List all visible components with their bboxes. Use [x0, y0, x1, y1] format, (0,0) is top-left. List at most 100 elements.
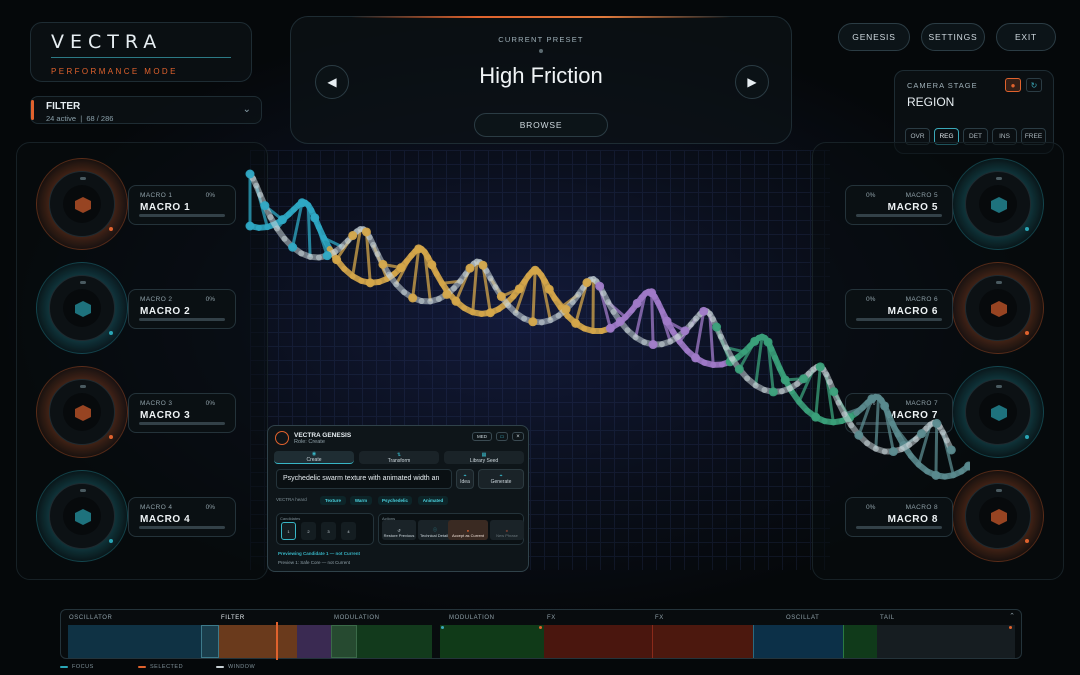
segment-mod-a[interactable] — [331, 625, 357, 658]
playhead[interactable] — [276, 622, 278, 660]
preset-name: High Friction — [479, 63, 603, 88]
segment-modulation-2[interactable] — [440, 625, 544, 658]
macro-knob[interactable] — [36, 158, 128, 250]
prompt-input[interactable]: Psychedelic swarm texture with animated … — [276, 469, 452, 489]
preset-dot — [539, 49, 543, 53]
filter-title: FILTER — [46, 101, 81, 112]
segment-tail[interactable] — [877, 625, 1015, 658]
genesis-tab-library-seed[interactable]: ▦ Library Seed — [444, 451, 524, 464]
macro-card-2[interactable]: MACRO 2 0% MACRO 2 — [128, 289, 236, 329]
helix-base-pair — [531, 270, 537, 322]
candidate-4[interactable]: 4 — [341, 522, 356, 540]
accept-current-button[interactable]: ● Accept as Current — [448, 520, 488, 540]
macro-track[interactable] — [139, 214, 225, 217]
helix-node — [734, 364, 744, 374]
chip-psychedelic[interactable]: Psychedelic — [378, 496, 412, 505]
segment-mod-b[interactable] — [357, 625, 432, 658]
preset-panel: CURRENT PRESET High Friction ◀ ▶ BROWSE — [290, 16, 792, 144]
knob-tick — [996, 385, 1002, 388]
timeline-label-filter: FILTER — [221, 615, 245, 621]
segment-fx-1[interactable] — [544, 625, 652, 658]
idea-button[interactable]: ⌖ Idea — [456, 469, 474, 489]
knob-indicator — [109, 331, 113, 335]
helix-node — [615, 316, 625, 326]
segment-oscillat[interactable] — [753, 625, 843, 658]
candidate-2[interactable]: 2 — [301, 522, 316, 540]
helix-node — [451, 296, 461, 306]
macro-knob[interactable] — [36, 366, 128, 458]
chip-texture[interactable]: Texture — [320, 496, 346, 505]
knob-indicator — [1025, 227, 1029, 231]
timeline-label-modulation-2: MODULATION — [449, 615, 495, 621]
genesis-tab-transform[interactable]: ⇅ Transform — [359, 451, 439, 464]
segment-oscillator[interactable] — [68, 625, 201, 658]
helix-node — [931, 470, 941, 480]
macro-track[interactable] — [139, 422, 225, 425]
legend-selected: SELECTED — [138, 664, 183, 670]
next-preset-button[interactable]: ▶ — [735, 65, 769, 99]
genesis-logo-icon — [275, 431, 289, 445]
segment-filter-focus[interactable] — [201, 625, 219, 658]
timeline-label-modulation-1: MODULATION — [334, 615, 380, 621]
helix-node — [348, 231, 358, 241]
browse-button[interactable]: BROWSE — [474, 113, 608, 137]
macro-track[interactable] — [139, 318, 225, 321]
reset-icon[interactable]: ↻ — [1026, 78, 1042, 92]
macro-card-3[interactable]: MACRO 3 0% MACRO 3 — [128, 393, 236, 433]
app-logo: VECTRA — [51, 31, 163, 53]
helix-base-pair — [874, 397, 880, 449]
marker-dot — [1009, 626, 1012, 629]
helix-node — [496, 291, 506, 301]
helix-node — [595, 281, 605, 291]
helix-node — [763, 337, 773, 347]
chevron-up-icon[interactable]: ⌃ — [1009, 612, 1015, 620]
segment-osc-green[interactable] — [843, 625, 877, 658]
arrow-right-icon: ▶ — [747, 75, 757, 89]
macro-track[interactable] — [856, 526, 942, 529]
genesis-button[interactable]: GENESIS — [838, 23, 910, 51]
prev-preset-button[interactable]: ◀ — [315, 65, 349, 99]
helix-node — [332, 255, 342, 265]
logo-divider — [51, 57, 231, 58]
new-phrase-button[interactable]: ■ New Phrase — [490, 520, 524, 540]
macro-name: MACRO 8 — [887, 514, 938, 525]
marker-dot — [539, 626, 542, 629]
collapse-icon[interactable]: × — [512, 432, 524, 441]
candidate-3[interactable]: 3 — [321, 522, 336, 540]
macro-card-4[interactable]: MACRO 4 0% MACRO 4 — [128, 497, 236, 537]
filter-dropdown[interactable]: FILTER 24 active | 68 / 286 ⌄ — [30, 96, 262, 124]
helix-base-pair — [934, 423, 939, 476]
helix-base-pair — [650, 292, 655, 345]
macro-card-8[interactable]: MACRO 8 0% MACRO 8 — [845, 497, 953, 537]
record-icon[interactable]: ● — [1005, 78, 1021, 92]
chip-animated[interactable]: Animated — [418, 496, 448, 505]
generate-button[interactable]: ⌖ Generate — [478, 469, 524, 489]
macro-track[interactable] — [139, 526, 225, 529]
settings-button[interactable]: SETTINGS — [921, 23, 985, 51]
filter-stats: 24 active | 68 / 286 — [46, 114, 114, 123]
preview-status: Previewing Candidate 1 — not Current — [278, 551, 361, 556]
med-badge[interactable]: MED — [472, 432, 492, 441]
helix-node — [561, 304, 571, 314]
helix-node — [442, 289, 452, 299]
segment-mod-purple[interactable] — [297, 625, 331, 658]
chat-icon[interactable]: ▭ — [496, 432, 508, 441]
helix-node — [811, 412, 821, 422]
helix-node — [888, 447, 898, 457]
restore-previous-button[interactable]: ↺ Restore Previous — [382, 520, 416, 540]
macro-knob[interactable] — [36, 470, 128, 562]
genesis-tab-create[interactable]: ◉ Create — [274, 451, 354, 464]
segment-fx-2[interactable] — [652, 625, 753, 658]
technical-details-button[interactable]: ⓘ Technical Details — [418, 520, 452, 540]
exit-button[interactable]: EXIT — [996, 23, 1056, 51]
knob-indicator — [109, 227, 113, 231]
chip-warm[interactable]: Warm — [350, 496, 372, 505]
macro-knob[interactable] — [36, 262, 128, 354]
macro-card-1[interactable]: MACRO 1 0% MACRO 1 — [128, 185, 236, 225]
helix-node — [798, 374, 808, 384]
helix-node — [365, 278, 375, 288]
timeline-label-fx-1: FX — [547, 615, 556, 621]
macro-name: MACRO 4 — [140, 514, 191, 525]
candidate-1[interactable]: 1 — [281, 522, 296, 540]
segment-filter-selected[interactable] — [219, 625, 297, 658]
